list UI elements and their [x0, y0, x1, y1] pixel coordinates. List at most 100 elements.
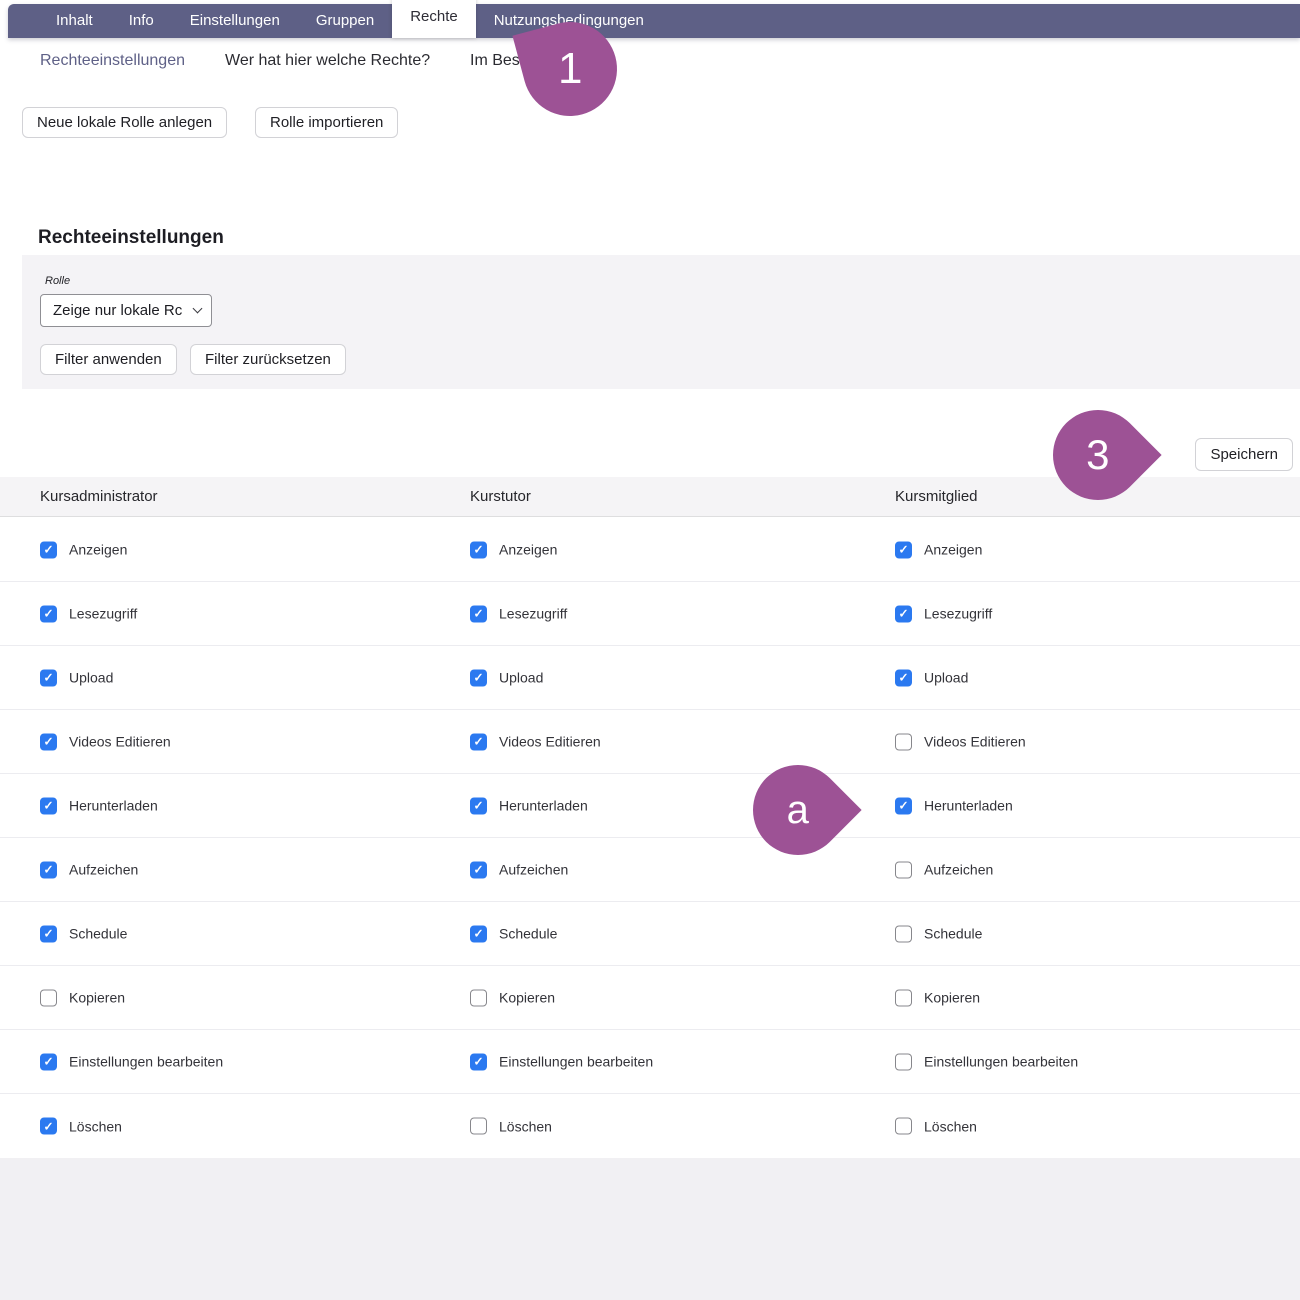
permission-label: Anzeigen [924, 542, 982, 558]
permission-cell: Löschen [470, 1118, 552, 1135]
filter-apply-button[interactable]: Filter anwenden [40, 344, 177, 375]
permission-checkbox-checked[interactable]: ✓ [40, 1053, 57, 1070]
permission-checkbox-checked[interactable]: ✓ [895, 605, 912, 622]
permission-row: ✓Lesezugriff✓Lesezugriff✓Lesezugriff [0, 582, 1300, 646]
permission-checkbox-unchecked[interactable] [895, 733, 912, 750]
permission-label: Herunterladen [69, 798, 158, 814]
permission-cell: ✓Einstellungen bearbeiten [40, 1053, 223, 1070]
permission-row: ✓ Löschen Löschen Löschen [0, 1094, 1300, 1158]
permission-row: ✓Herunterladen✓Herunterladen✓Herunterlad… [0, 774, 1300, 838]
tab-inhalt[interactable]: Inhalt [38, 4, 111, 38]
permission-row: ✓Upload✓Upload✓Upload [0, 646, 1300, 710]
permission-label: Einstellungen bearbeiten [924, 1054, 1078, 1070]
permissions-page: Inhalt Info Einstellungen Gruppen Rechte… [0, 0, 1300, 1300]
permission-label: Anzeigen [499, 542, 557, 558]
permission-checkbox-checked[interactable]: ✓ [470, 925, 487, 942]
chevron-down-icon [193, 304, 203, 314]
permission-cell: ✓ Löschen [40, 1118, 122, 1135]
permission-label: Videos Editieren [499, 734, 601, 750]
permission-label: Löschen [924, 1118, 977, 1134]
permission-label: Schedule [499, 926, 557, 942]
permission-cell: Löschen [895, 1118, 977, 1135]
permission-checkbox-checked[interactable]: ✓ [895, 797, 912, 814]
permission-checkbox-checked[interactable]: ✓ [40, 669, 57, 686]
permission-label: Anzeigen [69, 542, 127, 558]
permission-cell: ✓ Upload [470, 669, 543, 686]
import-role-button[interactable]: Rolle importieren [255, 107, 398, 138]
permission-checkbox-unchecked[interactable] [470, 989, 487, 1006]
permission-checkbox-checked[interactable]: ✓ [40, 541, 57, 558]
permission-label: Löschen [69, 1118, 122, 1134]
permission-checkbox-unchecked[interactable] [895, 989, 912, 1006]
permission-checkbox-checked[interactable]: ✓ [470, 1053, 487, 1070]
permission-checkbox-unchecked[interactable] [470, 1118, 487, 1135]
permission-label: Upload [924, 670, 968, 686]
permission-label: Lesezugriff [69, 606, 137, 622]
permission-checkbox-unchecked[interactable] [895, 925, 912, 942]
filter-reset-button[interactable]: Filter zurücksetzen [190, 344, 346, 375]
permission-label: Einstellungen bearbeiten [499, 1054, 653, 1070]
section-title: Rechteeinstellungen [38, 227, 224, 249]
permission-cell: ✓Videos Editieren [40, 733, 171, 750]
permission-cell: ✓ Anzeigen [470, 541, 557, 558]
subnav-wer-hat-rechte[interactable]: Wer hat hier welche Rechte? [225, 52, 430, 70]
permissions-table: ✓Anzeigen✓Anzeigen✓Anzeigen✓Lesezugriff✓… [0, 518, 1300, 1158]
top-tab-bar: Inhalt Info Einstellungen Gruppen Rechte… [8, 4, 1300, 38]
permission-checkbox-unchecked[interactable] [895, 1118, 912, 1135]
role-select[interactable]: Zeige nur lokale Rc [40, 294, 212, 327]
permission-checkbox-checked[interactable]: ✓ [470, 733, 487, 750]
permission-checkbox-checked[interactable]: ✓ [40, 797, 57, 814]
permission-checkbox-checked[interactable]: ✓ [40, 733, 57, 750]
permission-checkbox-checked[interactable]: ✓ [470, 861, 487, 878]
subnav-rechteeinstellungen[interactable]: Rechteeinstellungen [40, 52, 185, 70]
permission-row: ✓ Anzeigen ✓ Anzeigen ✓ Anzeigen [0, 518, 1300, 582]
permission-checkbox-checked[interactable]: ✓ [895, 541, 912, 558]
permission-label: Videos Editieren [924, 734, 1026, 750]
permission-label: Löschen [499, 1118, 552, 1134]
tab-einstellungen[interactable]: Einstellungen [172, 4, 298, 38]
column-kurstutor: Kurstutor [470, 488, 531, 505]
permission-cell: ✓ Herunterladen [895, 797, 1013, 814]
permission-checkbox-checked[interactable]: ✓ [40, 861, 57, 878]
permission-label: Upload [499, 670, 543, 686]
permission-row: Kopieren Kopieren Kopieren [0, 966, 1300, 1030]
permission-checkbox-checked[interactable]: ✓ [470, 605, 487, 622]
permission-cell: ✓Schedule [40, 925, 127, 942]
role-label: Rolle [45, 275, 70, 287]
permission-cell: ✓Aufzeichen [470, 861, 568, 878]
permission-cell: Kopieren [470, 989, 555, 1006]
sub-navigation: Rechteeinstellungen Wer hat hier welche … [0, 38, 1300, 98]
permission-row: ✓Schedule✓ScheduleSchedule [0, 902, 1300, 966]
permission-checkbox-checked[interactable]: ✓ [470, 797, 487, 814]
tab-rechte[interactable]: Rechte [392, 0, 476, 38]
permission-cell: ✓ Schedule [470, 925, 557, 942]
permission-checkbox-unchecked[interactable] [895, 861, 912, 878]
permission-cell: Einstellungen bearbeiten [895, 1053, 1078, 1070]
permission-cell: ✓Aufzeichen [40, 861, 138, 878]
permission-cell: ✓ Einstellungen bearbeiten [470, 1053, 653, 1070]
permission-cell: ✓Lesezugriff [895, 605, 992, 622]
permission-cell: ✓ Anzeigen [895, 541, 982, 558]
tab-info[interactable]: Info [111, 4, 172, 38]
permission-label: Kopieren [924, 990, 980, 1006]
permission-checkbox-checked[interactable]: ✓ [40, 605, 57, 622]
permission-cell: ✓ Videos Editieren [470, 733, 601, 750]
permission-checkbox-checked[interactable]: ✓ [470, 669, 487, 686]
role-select-value: Zeige nur lokale Rc [53, 302, 194, 319]
permission-cell: Kopieren [40, 989, 125, 1006]
permission-label: Herunterladen [924, 798, 1013, 814]
permission-checkbox-checked[interactable]: ✓ [40, 925, 57, 942]
permission-checkbox-checked[interactable]: ✓ [895, 669, 912, 686]
new-local-role-button[interactable]: Neue lokale Rolle anlegen [22, 107, 227, 138]
permission-checkbox-unchecked[interactable] [895, 1053, 912, 1070]
tab-gruppen[interactable]: Gruppen [298, 4, 392, 38]
permission-label: Aufzeichen [924, 862, 993, 878]
permission-checkbox-unchecked[interactable] [40, 989, 57, 1006]
permission-cell: Aufzeichen [895, 861, 993, 878]
column-kursadministrator: Kursadministrator [40, 488, 158, 505]
permission-cell: ✓ Herunterladen [40, 797, 158, 814]
save-button[interactable]: Speichern [1195, 438, 1293, 471]
permission-row: ✓Aufzeichen ✓Aufzeichen Aufzeichen [0, 838, 1300, 902]
permission-checkbox-checked[interactable]: ✓ [470, 541, 487, 558]
permission-checkbox-checked[interactable]: ✓ [40, 1118, 57, 1135]
